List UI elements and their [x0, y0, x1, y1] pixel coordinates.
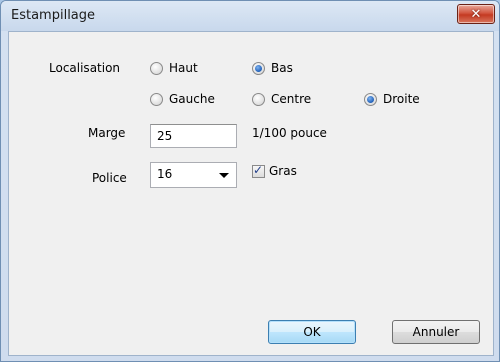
radio-gauche-label: Gauche: [169, 92, 215, 106]
font-label: Police: [92, 171, 127, 185]
close-button[interactable]: ✕: [457, 4, 495, 24]
radio-centre-circle: [252, 92, 265, 106]
title-bar[interactable]: Estampillage ✕: [1, 1, 499, 31]
dialog-window: Estampillage ✕ Localisation Haut Bas Gau…: [0, 0, 500, 362]
radio-bas-label: Bas: [271, 61, 293, 75]
bold-checkbox-label: Gras: [269, 164, 297, 178]
window-title: Estampillage: [11, 8, 96, 23]
radio-centre[interactable]: Centre: [252, 92, 311, 106]
bold-checkbox-box: ✓: [252, 162, 265, 178]
radio-bas-circle: [252, 61, 265, 75]
radio-haut[interactable]: Haut: [150, 61, 198, 75]
margin-unit: 1/100 pouce: [252, 126, 327, 140]
font-size-select[interactable]: 16: [150, 162, 237, 188]
location-label: Localisation: [49, 61, 121, 75]
radio-droite-circle: [364, 92, 377, 106]
margin-value: 25: [157, 129, 173, 143]
ok-button-label: OK: [303, 325, 321, 339]
font-size-value: 16: [157, 167, 173, 181]
checkmark-icon: ✓: [253, 162, 264, 177]
radio-centre-label: Centre: [271, 92, 312, 106]
cancel-button[interactable]: Annuler: [392, 320, 480, 344]
radio-gauche[interactable]: Gauche: [150, 92, 215, 106]
margin-input[interactable]: 25: [150, 124, 237, 148]
dialog-content: Localisation Haut Bas Gauche Centre Droi…: [8, 31, 494, 356]
radio-haut-circle: [150, 61, 163, 75]
radio-droite[interactable]: Droite: [364, 92, 420, 106]
bold-checkbox[interactable]: ✓ Gras: [252, 162, 297, 178]
radio-haut-label: Haut: [169, 61, 198, 75]
close-icon: ✕: [470, 6, 482, 22]
radio-bas[interactable]: Bas: [252, 61, 293, 75]
radio-droite-label: Droite: [383, 92, 420, 106]
ok-button[interactable]: OK: [268, 320, 356, 344]
cancel-button-label: Annuler: [412, 325, 460, 339]
margin-label: Marge: [88, 126, 126, 140]
chevron-down-icon: [219, 173, 229, 178]
radio-gauche-circle: [150, 92, 163, 106]
